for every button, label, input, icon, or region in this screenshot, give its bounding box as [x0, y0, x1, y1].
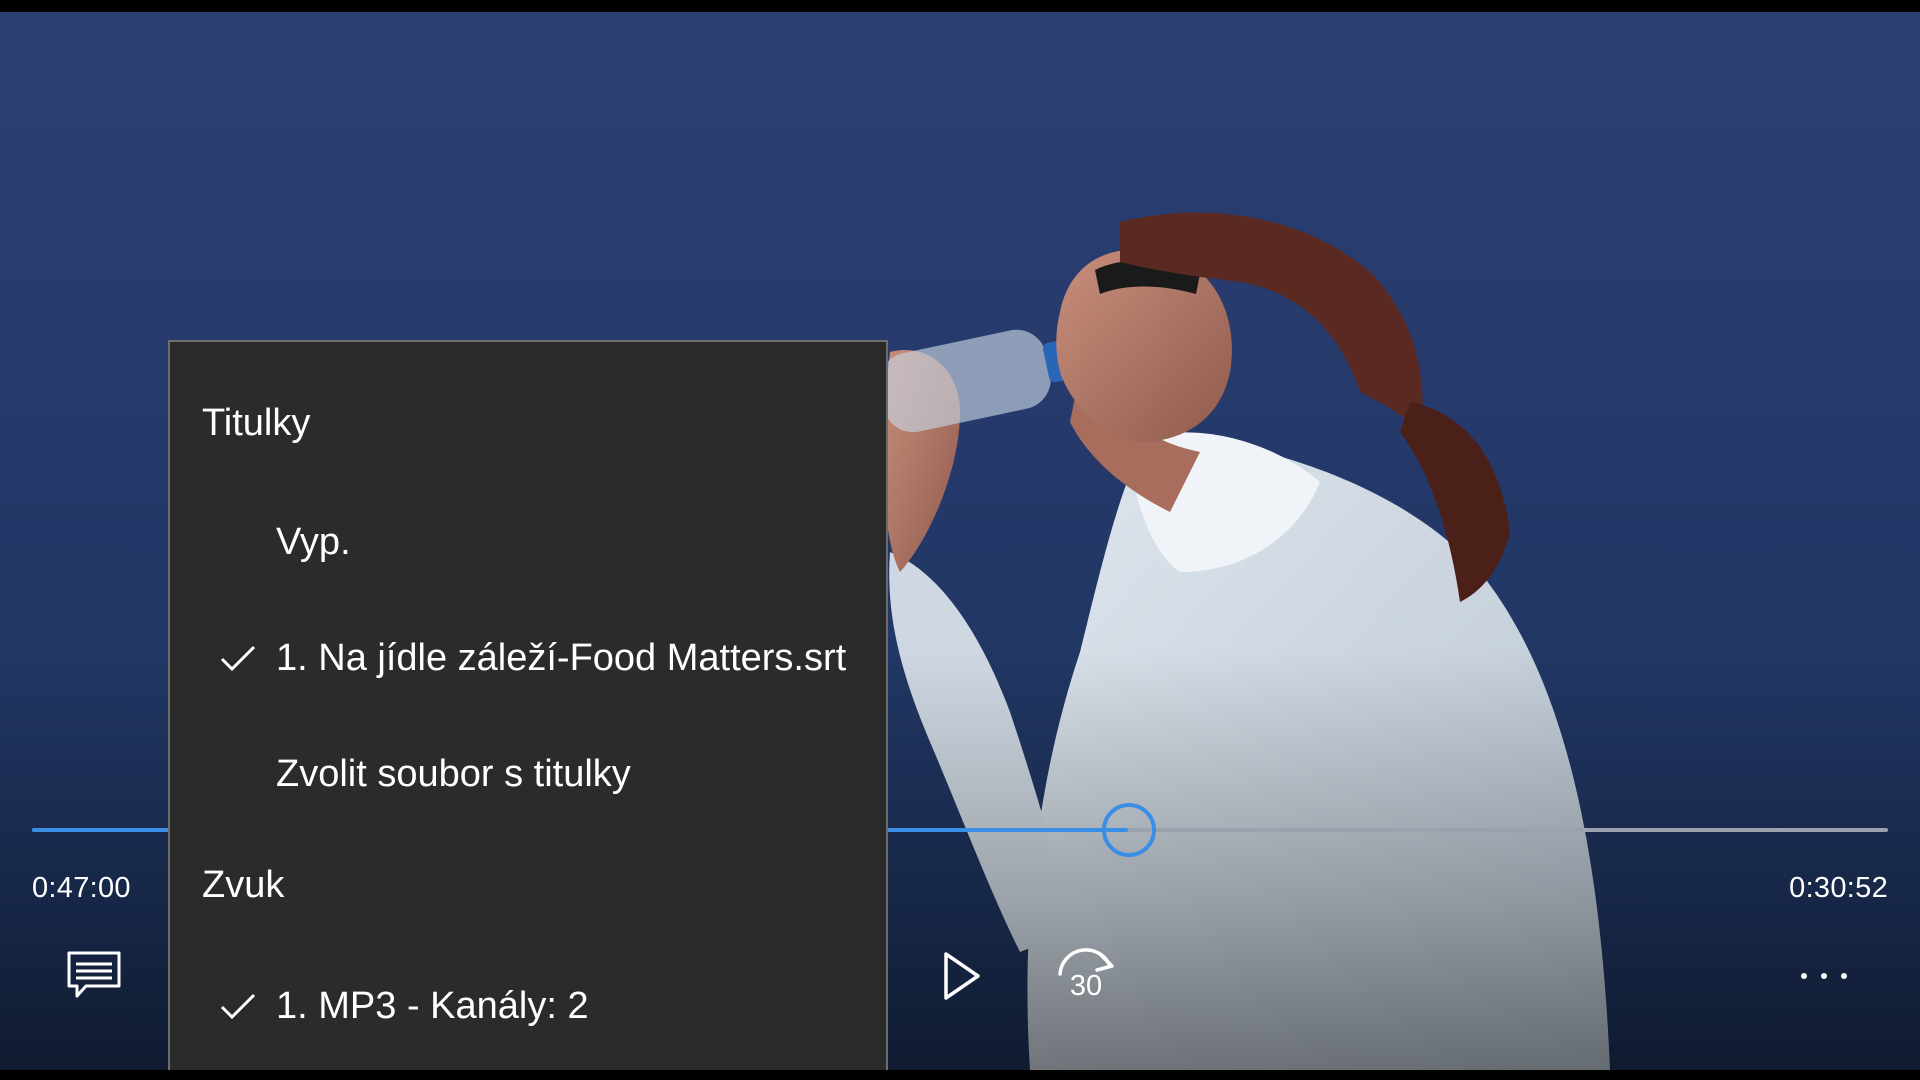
menu-item-label: Vyp.: [276, 520, 351, 563]
checkmark-slot: [220, 759, 262, 789]
subtitle-option-off[interactable]: Vyp.: [170, 492, 886, 592]
audio-header: Zvuk: [202, 864, 285, 906]
checkmark-icon: [220, 643, 262, 673]
checkmark-icon: [220, 991, 262, 1021]
subtitles-header: Titulky: [202, 402, 311, 444]
menu-item-label: 1. MP3 - Kanály: 2: [276, 984, 589, 1027]
letterbox-bottom: [0, 1070, 1920, 1080]
subtitle-option-file[interactable]: 1. Na jídle záleží-Food Matters.srt: [170, 608, 886, 708]
audio-track-option[interactable]: 1. MP3 - Kanály: 2: [170, 956, 886, 1056]
checkmark-slot: [220, 527, 262, 557]
menu-item-label: Zvolit soubor s titulky: [276, 752, 631, 795]
letterbox-top: [0, 0, 1920, 12]
more-options-button[interactable]: [1786, 954, 1862, 998]
skip-forward-button[interactable]: 30: [1050, 940, 1122, 1012]
subtitles-button[interactable]: [58, 940, 130, 1012]
skip-forward-seconds: 30: [1069, 970, 1103, 1002]
choose-subtitle-file[interactable]: Zvolit soubor s titulky: [170, 724, 886, 824]
media-player: 0:47:00 0:30:52 30 Titulky Vyp. 1. Na jí…: [0, 0, 1920, 1080]
remaining-time: 0:30:52: [1789, 872, 1888, 904]
elapsed-time: 0:47:00: [32, 872, 131, 904]
play-button[interactable]: [930, 940, 994, 1012]
menu-item-label: 1. Na jídle záleží-Food Matters.srt: [276, 636, 847, 679]
play-icon: [944, 952, 980, 1000]
subtitles-audio-menu: Titulky Vyp. 1. Na jídle záleží-Food Mat…: [168, 340, 888, 1080]
seek-bar-thumb[interactable]: [1102, 803, 1156, 857]
captions-icon: [67, 951, 121, 998]
more-ellipsis-icon: [1801, 973, 1847, 979]
